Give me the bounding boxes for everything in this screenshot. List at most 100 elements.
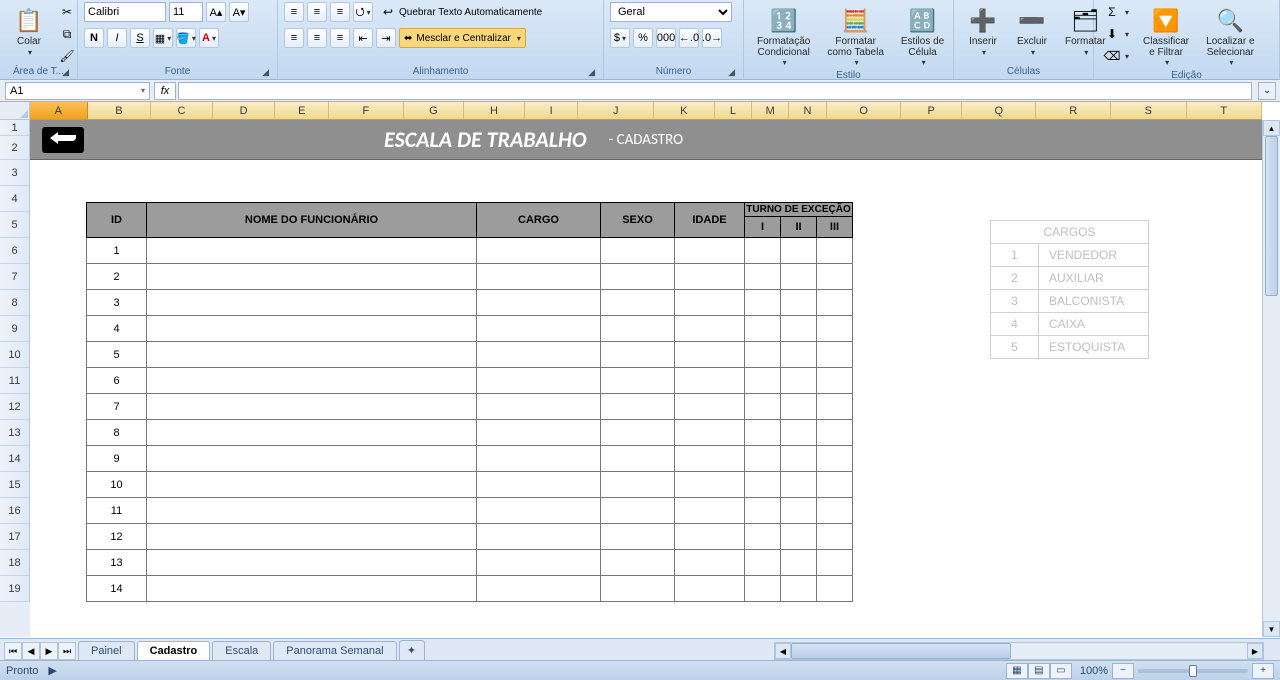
- scroll-down-button[interactable]: ▼: [1263, 621, 1280, 637]
- row-header[interactable]: 5: [0, 212, 30, 238]
- insert-function-button[interactable]: fx: [154, 82, 176, 100]
- dialog-launcher-icon[interactable]: ◢: [262, 67, 269, 78]
- comma-button[interactable]: 000: [656, 28, 676, 48]
- row-header[interactable]: 6: [0, 238, 30, 264]
- wrap-text-button[interactable]: ↩Quebrar Texto Automaticamente: [376, 2, 546, 22]
- row-header[interactable]: 7: [0, 264, 30, 290]
- hscroll-thumb[interactable]: [791, 643, 1011, 659]
- column-header[interactable]: D: [213, 102, 276, 119]
- column-header[interactable]: B: [88, 102, 152, 119]
- font-name-combo[interactable]: [84, 2, 166, 22]
- merge-center-button[interactable]: ⬌Mesclar e Centralizar▾: [399, 28, 526, 48]
- row-header[interactable]: 17: [0, 524, 30, 550]
- dialog-launcher-icon[interactable]: ◢: [728, 67, 735, 78]
- dialog-launcher-icon[interactable]: ◢: [588, 67, 595, 78]
- shrink-font-button[interactable]: A▾: [229, 2, 249, 22]
- table-row[interactable]: 8: [87, 420, 853, 446]
- column-header[interactable]: J: [578, 102, 654, 119]
- sort-filter-button[interactable]: 🔽Classificar e Filtrar▾: [1136, 2, 1196, 70]
- row-header[interactable]: 15: [0, 472, 30, 498]
- cell-styles-button[interactable]: 🔠Estilos de Célula▾: [894, 2, 951, 70]
- column-header[interactable]: R: [1036, 102, 1111, 119]
- insert-cells-button[interactable]: ➕Inserir▾: [960, 2, 1006, 60]
- align-left-button[interactable]: ≡: [284, 28, 304, 48]
- zoom-percent[interactable]: 100%: [1080, 665, 1108, 677]
- border-button[interactable]: ▦▾: [153, 28, 173, 48]
- column-header[interactable]: K: [654, 102, 715, 119]
- row-header[interactable]: 3: [0, 160, 30, 186]
- align-bottom-button[interactable]: ≡: [330, 2, 350, 22]
- cells-area[interactable]: ESCALA DE TRABALHO - CADASTRO ID NOME DO…: [30, 120, 1262, 637]
- column-header[interactable]: N: [789, 102, 827, 119]
- table-row[interactable]: 4: [87, 316, 853, 342]
- orientation-button[interactable]: ⭯▾: [353, 2, 373, 22]
- column-header[interactable]: Q: [962, 102, 1037, 119]
- row-header[interactable]: 11: [0, 368, 30, 394]
- column-header[interactable]: T: [1187, 102, 1263, 119]
- table-row[interactable]: 3: [87, 290, 853, 316]
- font-color-button[interactable]: A▾: [199, 28, 219, 48]
- row-header[interactable]: 8: [0, 290, 30, 316]
- back-button[interactable]: [42, 127, 84, 153]
- row-header[interactable]: 12: [0, 394, 30, 420]
- expand-formula-bar-button[interactable]: ⌄: [1258, 82, 1276, 100]
- align-right-button[interactable]: ≡: [330, 28, 350, 48]
- autosum-button[interactable]: Σ▾: [1100, 2, 1133, 22]
- format-as-table-button[interactable]: 🧮Formatar como Tabela▾: [820, 2, 891, 70]
- view-normal-button[interactable]: ▦: [1006, 663, 1028, 679]
- fill-color-button[interactable]: 🪣▾: [176, 28, 196, 48]
- vertical-scrollbar[interactable]: ▲ ▼: [1262, 120, 1280, 637]
- conditional-format-button[interactable]: 🔢Formatação Condicional▾: [750, 2, 817, 70]
- table-row[interactable]: 10: [87, 472, 853, 498]
- row-header[interactable]: 10: [0, 342, 30, 368]
- table-row[interactable]: 11: [87, 498, 853, 524]
- delete-cells-button[interactable]: ➖Excluir▾: [1009, 2, 1055, 60]
- table-row[interactable]: 5: [87, 342, 853, 368]
- font-size-combo[interactable]: [169, 2, 203, 22]
- column-header[interactable]: L: [715, 102, 753, 119]
- chevron-down-icon[interactable]: ▾: [141, 86, 145, 95]
- table-row[interactable]: 1: [87, 238, 853, 264]
- grow-font-button[interactable]: A▴: [206, 2, 226, 22]
- sheet-tab[interactable]: Escala: [212, 641, 271, 660]
- increase-decimal-button[interactable]: ←.0: [679, 28, 699, 48]
- column-header[interactable]: S: [1111, 102, 1187, 119]
- column-header[interactable]: G: [404, 102, 465, 119]
- column-header[interactable]: M: [752, 102, 789, 119]
- decrease-decimal-button[interactable]: .0→: [702, 28, 722, 48]
- copy-button[interactable]: ⧉: [55, 24, 79, 44]
- increase-indent-button[interactable]: ⇥: [376, 28, 396, 48]
- align-middle-button[interactable]: ≡: [307, 2, 327, 22]
- column-header[interactable]: E: [275, 102, 329, 119]
- dialog-launcher-icon[interactable]: ◢: [62, 67, 69, 78]
- zoom-in-button[interactable]: +: [1252, 663, 1274, 679]
- zoom-slider[interactable]: [1138, 669, 1248, 673]
- row-header[interactable]: 4: [0, 186, 30, 212]
- column-header[interactable]: A: [30, 102, 88, 119]
- italic-button[interactable]: I: [107, 28, 127, 48]
- column-header[interactable]: I: [525, 102, 579, 119]
- scroll-right-button[interactable]: ▶: [1247, 643, 1263, 659]
- clear-button[interactable]: ⌫▾: [1100, 46, 1133, 66]
- fill-button[interactable]: ⬇▾: [1100, 24, 1133, 44]
- row-header[interactable]: 9: [0, 316, 30, 342]
- zoom-out-button[interactable]: −: [1112, 663, 1134, 679]
- formula-input[interactable]: [178, 82, 1252, 100]
- table-row[interactable]: 13: [87, 550, 853, 576]
- row-header[interactable]: 2: [0, 136, 30, 160]
- percent-button[interactable]: %: [633, 28, 653, 48]
- table-row[interactable]: 6: [87, 368, 853, 394]
- table-row[interactable]: 14: [87, 576, 853, 602]
- row-header[interactable]: 18: [0, 550, 30, 576]
- name-box[interactable]: A1▾: [5, 82, 150, 100]
- find-select-button[interactable]: 🔍Localizar e Selecionar▾: [1199, 2, 1261, 70]
- tab-nav-prev[interactable]: ◀: [22, 642, 40, 660]
- bold-button[interactable]: N: [84, 28, 104, 48]
- tab-nav-last[interactable]: ⏭: [58, 642, 76, 660]
- underline-button[interactable]: S: [130, 28, 150, 48]
- new-sheet-tab[interactable]: ✦: [399, 640, 425, 660]
- table-row[interactable]: 12: [87, 524, 853, 550]
- number-format-combo[interactable]: Geral: [610, 2, 732, 22]
- table-row[interactable]: 9: [87, 446, 853, 472]
- tab-nav-first[interactable]: ⏮: [4, 642, 22, 660]
